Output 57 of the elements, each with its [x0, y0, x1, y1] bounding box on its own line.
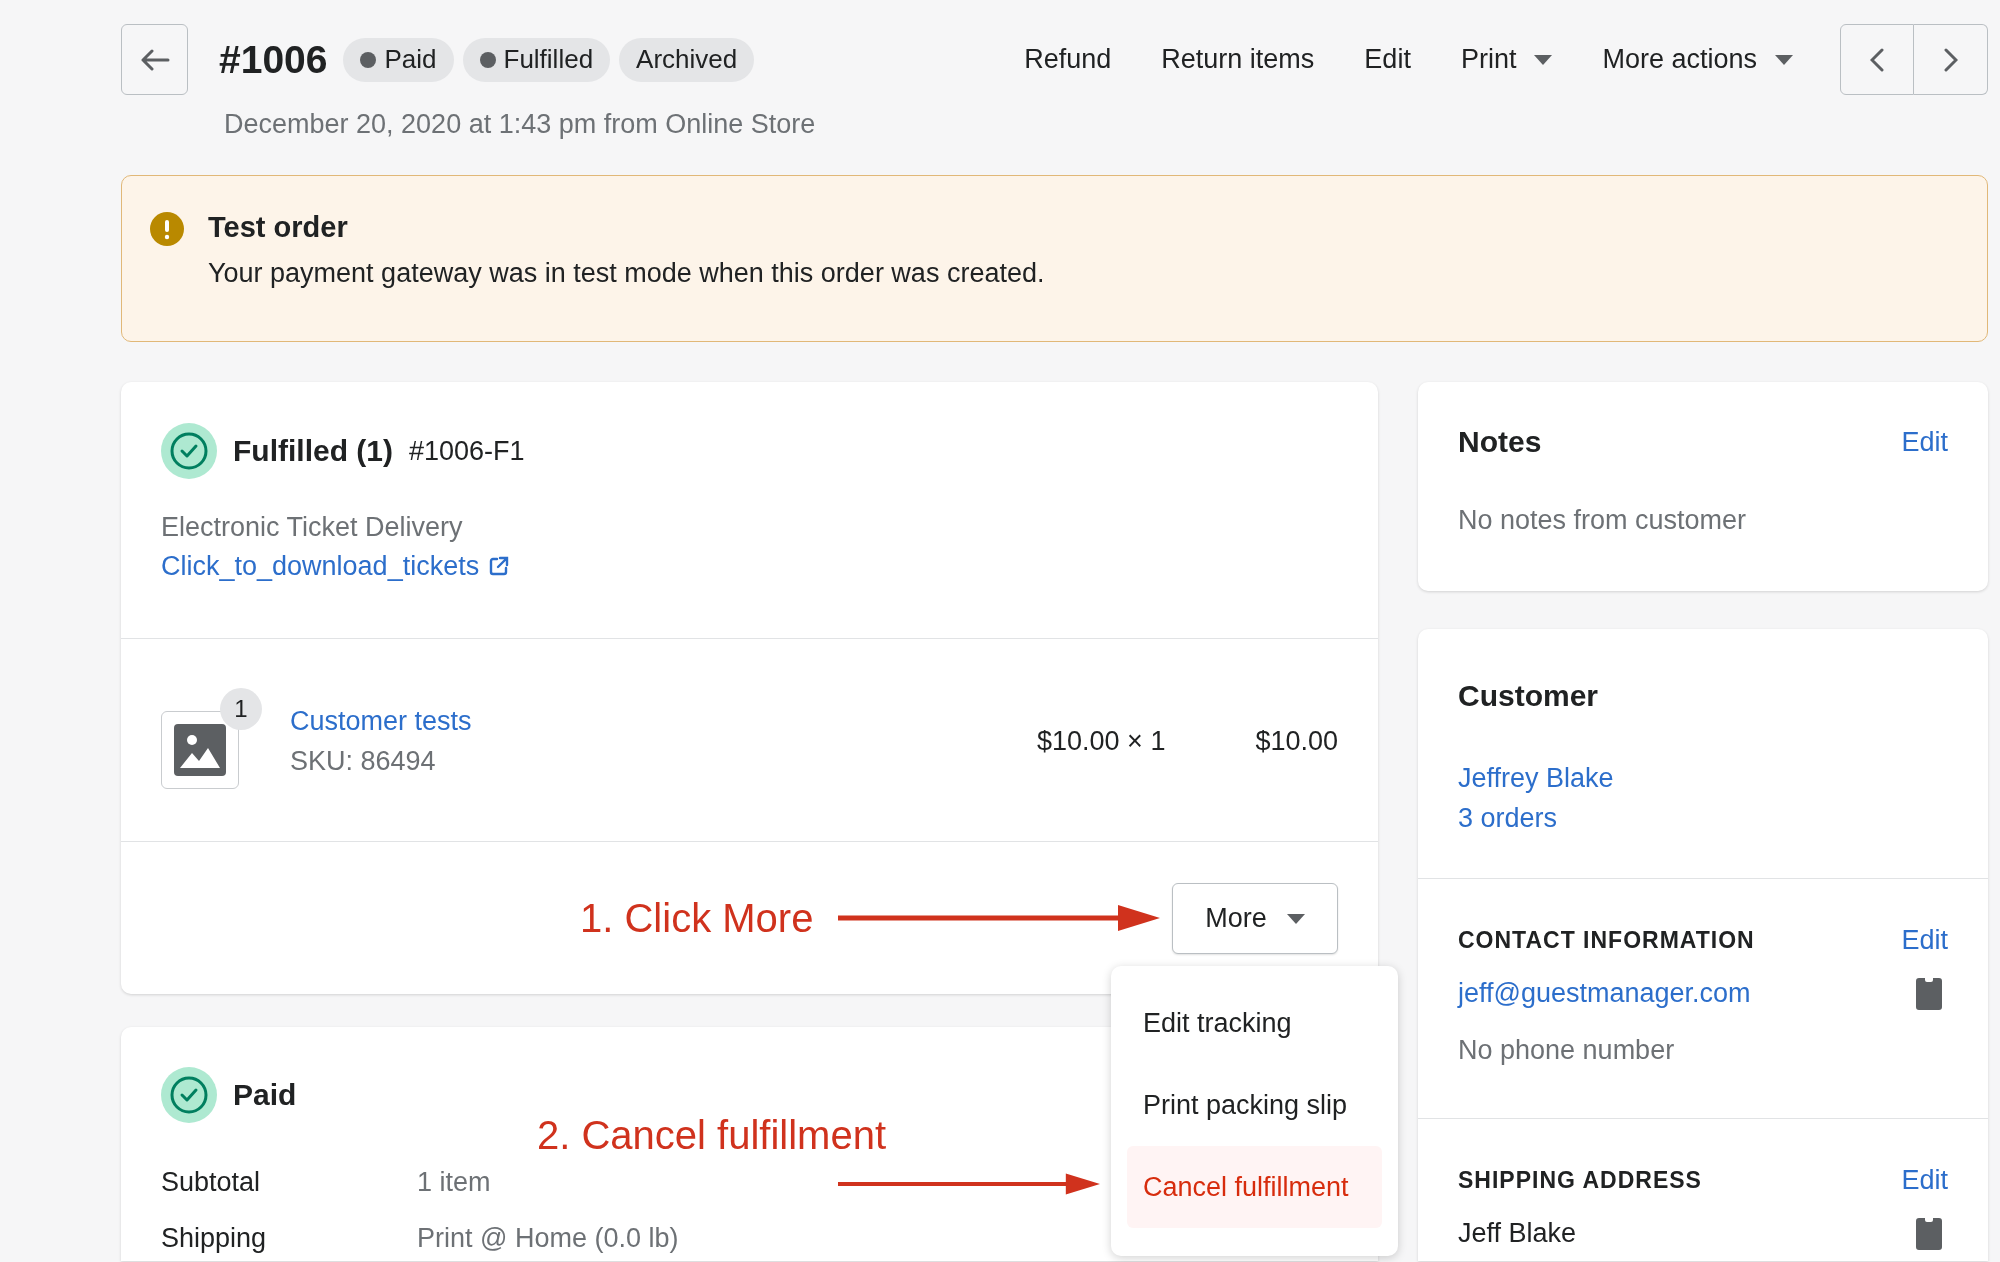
order-date: December 20, 2020 at 1:43 pm from Online Store — [224, 108, 817, 141]
card-title: Fulfilled (1) — [233, 434, 393, 468]
banner-message: Your payment gateway was in test mode when this order was created. — [208, 257, 1045, 289]
product-sku: SKU: 86494 — [290, 745, 437, 778]
caret-icon — [1286, 913, 1305, 924]
order-title: #1006 — [219, 37, 328, 82]
action-button[interactable]: Return items — [1161, 44, 1315, 75]
section-title: SHIPPING ADDRESS — [1458, 1167, 1702, 1194]
external-link-icon — [489, 556, 510, 576]
back-button[interactable] — [121, 24, 188, 95]
edit-link[interactable]: Edit — [1901, 1165, 1948, 1196]
notes-text: No notes from customer — [1458, 505, 1748, 536]
previous-button[interactable] — [1840, 24, 1914, 95]
banner-title: Test order — [208, 210, 349, 244]
info-text: No phone number — [1458, 1034, 1675, 1067]
orders-link[interactable]: 3 orders — [1458, 798, 1558, 838]
section-title: CONTACT INFORMATION — [1458, 927, 1755, 954]
action-button[interactable]: Edit — [1364, 44, 1411, 75]
card-title: Customer — [1458, 678, 1599, 714]
card-title: Notes — [1458, 424, 1542, 460]
product-link[interactable]: Customer tests — [290, 704, 472, 738]
email-link[interactable]: jeff@guestmanager.com — [1458, 973, 1751, 1013]
check-circle-icon — [161, 1067, 217, 1123]
status-badge: Paid — [343, 37, 454, 82]
row-label: Shipping — [161, 1222, 268, 1254]
next-button[interactable] — [1914, 24, 1988, 95]
edit-link[interactable]: Edit — [1901, 426, 1948, 458]
row-label: Subtotal — [161, 1166, 262, 1198]
image-icon — [174, 724, 226, 776]
row-detail: 1 item — [417, 1166, 491, 1198]
edit-link[interactable]: Edit — [1901, 925, 1948, 956]
customer-link[interactable]: Jeffrey Blake — [1458, 758, 1614, 798]
annotation-text: 1. Click More — [580, 895, 814, 942]
more-button[interactable]: More — [1172, 883, 1338, 954]
annotation-text: 2. Cancel fulfillment — [537, 1112, 887, 1159]
menu-item[interactable]: Cancel fulfillment — [1127, 1146, 1382, 1228]
status-badge: Archived — [619, 37, 755, 82]
warning-icon — [150, 212, 184, 246]
action-button[interactable]: Refund — [1024, 44, 1112, 75]
action-button[interactable]: More actions — [1602, 44, 1793, 75]
menu-item[interactable]: Edit tracking — [1127, 982, 1382, 1064]
unit-price: $10.00 × 1 — [1037, 725, 1166, 757]
action-button[interactable]: Print — [1460, 44, 1553, 75]
chevron-left-icon — [1870, 47, 1884, 72]
chevron-right-icon — [1943, 47, 1958, 72]
download-link[interactable]: Click_to_download_tickets — [161, 548, 510, 584]
line-total: $10.00 — [1255, 725, 1338, 757]
row-detail: Print @ Home (0.0 lb) — [417, 1222, 679, 1254]
menu-item[interactable]: Print packing slip — [1127, 1064, 1382, 1146]
card-title: Paid — [233, 1078, 297, 1112]
check-circle-icon — [161, 423, 217, 479]
quantity-badge: 1 — [220, 688, 262, 730]
delivery-method: Electronic Ticket Delivery — [161, 511, 464, 544]
status-badge: Fulfilled — [462, 37, 611, 82]
back-arrow-icon — [139, 48, 170, 71]
info-text: Jeff Blake — [1458, 1217, 1577, 1250]
fulfillment-id: #1006-F1 — [409, 435, 525, 467]
